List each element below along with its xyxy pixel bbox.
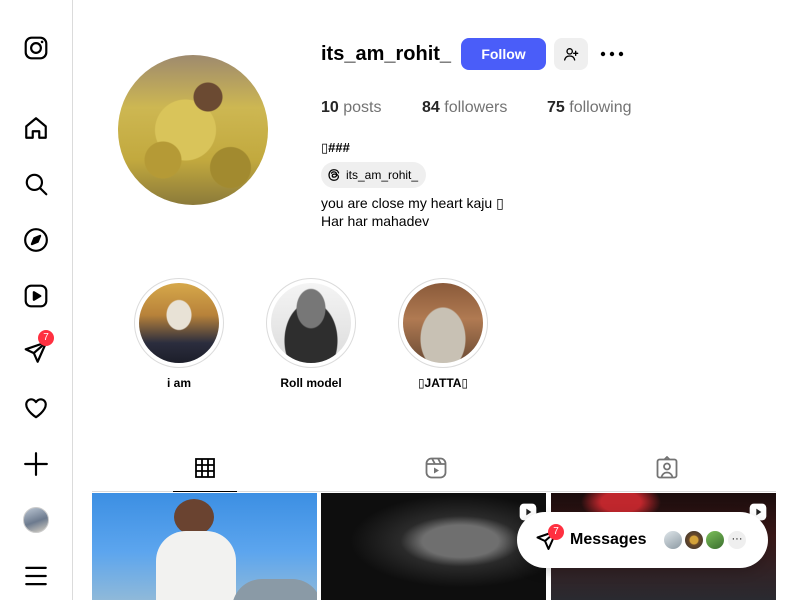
threads-handle: its_am_rohit_ [346, 168, 419, 182]
followers-stat[interactable]: 84 followers [422, 99, 507, 117]
profile-nav[interactable] [22, 506, 50, 534]
tagged-tab[interactable] [635, 456, 699, 492]
more-dots-icon [600, 51, 624, 57]
story-highlight[interactable]: ▯JATTA▯ [398, 278, 488, 390]
avatar [704, 529, 726, 551]
threads-link[interactable]: its_am_rohit_ [321, 162, 427, 188]
followers-count: 84 [422, 99, 440, 116]
notifications-icon[interactable] [22, 394, 50, 422]
reels-icon [425, 457, 447, 479]
followers-label: followers [444, 99, 508, 116]
bio-line-2: Har har mahadev [321, 213, 430, 229]
post-landscape [232, 579, 317, 600]
following-label: following [569, 99, 632, 116]
reels-tab[interactable] [404, 456, 468, 492]
posts-count: 10 [321, 99, 339, 116]
posts-label: posts [343, 99, 382, 116]
suggested-accounts-button[interactable] [554, 38, 588, 70]
messages-label: Messages [570, 531, 647, 548]
threads-icon [328, 169, 340, 181]
avatar [662, 529, 684, 551]
post-person [156, 531, 236, 600]
highlight-label: Roll model [280, 376, 342, 390]
tagged-icon [656, 456, 678, 479]
posts-stat: 10 posts [321, 99, 382, 117]
avatar [23, 507, 49, 533]
instagram-logo-icon[interactable] [22, 34, 50, 62]
story-highlight[interactable]: Roll model [266, 278, 356, 390]
bio-name: ▯### [321, 140, 350, 155]
create-icon[interactable] [22, 450, 50, 478]
more-conversations-icon: ··· [726, 529, 748, 551]
messages-badge: 7 [548, 524, 564, 540]
menu-icon[interactable] [22, 562, 50, 590]
messages-icon[interactable]: 7 [22, 330, 54, 366]
add-person-icon [564, 48, 579, 61]
highlight-label: ▯JATTA▯ [417, 376, 469, 390]
bio-line-1: you are close my heart kaju ▯ [321, 195, 504, 211]
highlight-cover [403, 283, 483, 363]
follow-button[interactable]: Follow [461, 38, 546, 70]
highlight-cover [271, 283, 351, 363]
messages-badge: 7 [38, 330, 54, 346]
highlight-label: i am [166, 376, 191, 390]
highlight-ring [398, 278, 488, 368]
highlight-ring [266, 278, 356, 368]
sidebar: 7 [0, 0, 73, 600]
profile-username: its_am_rohit_ [321, 43, 452, 65]
avatar [683, 529, 705, 551]
home-icon[interactable] [22, 114, 50, 142]
post-person [174, 499, 214, 535]
search-icon[interactable] [22, 170, 50, 198]
grid-icon [195, 458, 215, 478]
highlight-ring [134, 278, 224, 368]
posts-tab[interactable] [173, 456, 237, 492]
profile-picture[interactable] [118, 55, 268, 205]
more-options-button[interactable] [597, 42, 627, 66]
post-thumbnail[interactable] [321, 493, 546, 600]
following-count: 75 [547, 99, 565, 116]
messages-button[interactable]: 7 Messages ··· [517, 512, 768, 568]
story-highlight[interactable]: i am [134, 278, 224, 390]
reels-icon[interactable] [22, 282, 50, 310]
highlight-cover [139, 283, 219, 363]
explore-icon[interactable] [22, 226, 50, 254]
post-thumbnail[interactable] [92, 493, 317, 600]
following-stat[interactable]: 75 following [547, 99, 632, 117]
